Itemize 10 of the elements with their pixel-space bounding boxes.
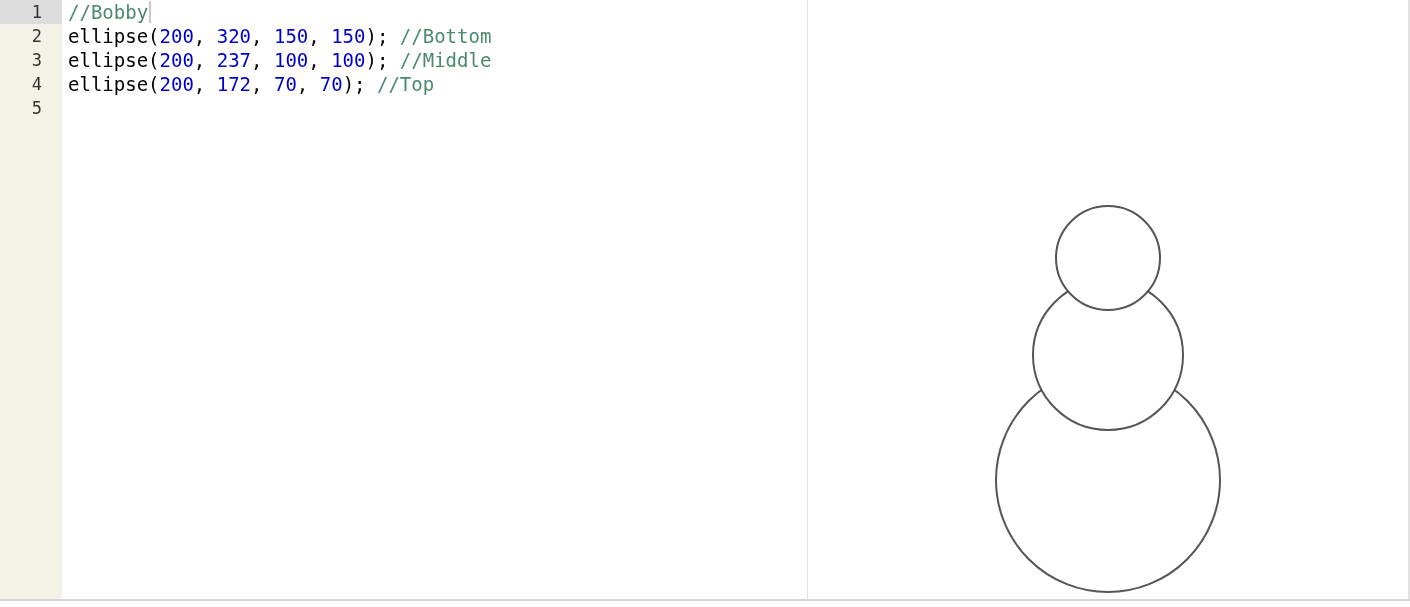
line-number: 5 — [30, 97, 43, 120]
line-number: 1 — [0, 0, 62, 24]
line-number: 4 — [30, 73, 43, 96]
text-cursor — [149, 1, 152, 23]
code-line: //Bobby — [68, 0, 149, 24]
code-line: ellipse(200, 320, 150, 150); //Bottom — [68, 24, 492, 48]
line-number: 2 — [30, 25, 43, 48]
code-line: ellipse(200, 172, 70, 70); //Top — [68, 72, 435, 96]
code-line: ellipse(200, 237, 100, 100); //Middle — [68, 48, 492, 72]
line-number: 3 — [30, 49, 43, 72]
